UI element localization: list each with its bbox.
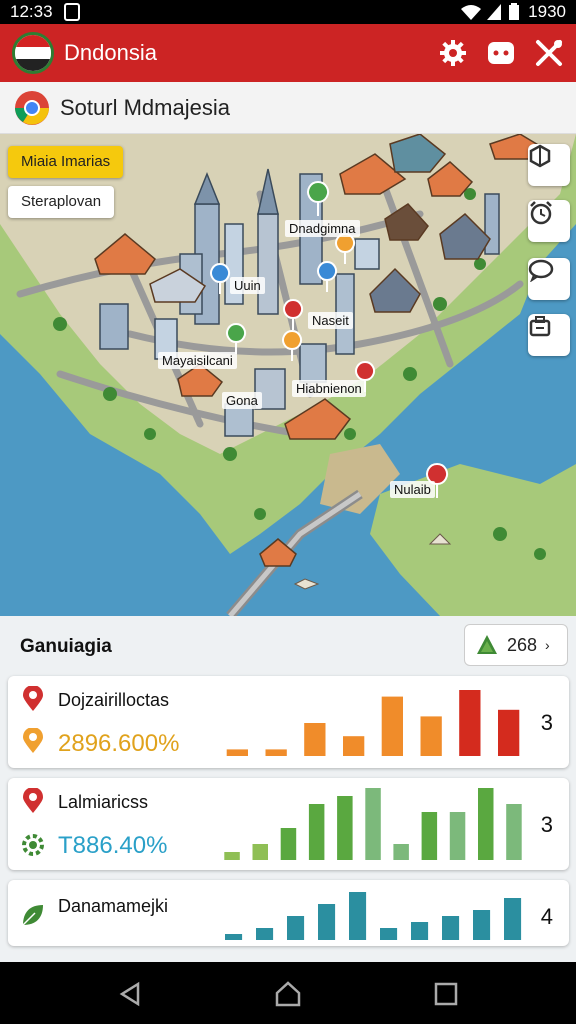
map-label[interactable]: Mayaisilcani (158, 352, 237, 369)
map-label[interactable]: Hiabnienon (292, 380, 366, 397)
home-icon[interactable] (274, 980, 302, 1008)
chart-bar (287, 916, 305, 940)
search-text: Soturl Mdmajesia (60, 95, 230, 120)
wifi-icon (461, 5, 481, 20)
chart-bar (393, 844, 409, 860)
location-pin-icon (23, 788, 43, 813)
chevron-right-icon: › (545, 637, 550, 653)
panel-title: Ganuiagia (20, 636, 112, 657)
card-percentage: T886.40% (58, 832, 168, 859)
map-label[interactable]: Uuin (230, 277, 265, 294)
filter-chip-secondary[interactable]: Steraplovan (8, 186, 115, 218)
stat-card[interactable]: Lalmiaricss T886.40% 3 (8, 778, 569, 870)
location-pin-icon (23, 728, 43, 753)
chat-bubble-icon (528, 259, 554, 282)
bar-chart (226, 690, 520, 756)
map-label[interactable]: Nulaib (390, 481, 435, 498)
chart-bar (459, 690, 481, 756)
chart-bar (337, 796, 353, 860)
app-title: Dndonsia (64, 40, 157, 65)
chart-bar (318, 904, 336, 940)
recents-icon[interactable] (432, 980, 460, 1008)
city-map[interactable]: Miaia Imarias Steraplovan Dnadgimna Uuin… (0, 134, 576, 616)
chart-bar (365, 788, 381, 860)
bar-chart (225, 892, 522, 940)
chart-bar (504, 898, 522, 940)
chart-bar (349, 892, 367, 940)
card-number: 3 (540, 812, 553, 837)
chart-bar (252, 844, 268, 860)
chat-button[interactable] (528, 258, 570, 300)
stats-panel: Ganuiagia 268 › Dojzairilloctas 2896.600… (0, 616, 576, 962)
count-button[interactable]: 268 › (464, 624, 568, 666)
card-name: Lalmiaricss (58, 792, 149, 812)
briefcase-button[interactable] (528, 314, 570, 356)
chart-bar (225, 934, 243, 940)
count-value: 268 (507, 634, 538, 655)
location-pin-icon (23, 686, 43, 711)
nav-bar (0, 962, 576, 1024)
bar-chart (224, 788, 522, 860)
chart-bar (381, 696, 403, 756)
game-controller-icon[interactable] (486, 38, 516, 68)
card-name: Danamamejki (58, 896, 169, 916)
leaf-icon (22, 905, 43, 926)
hexagon-icon (529, 144, 551, 168)
sim-card-icon (64, 3, 80, 21)
gear-icon (22, 834, 44, 856)
signal-icon (487, 4, 501, 20)
back-icon[interactable] (116, 980, 144, 1008)
browser-icon (15, 91, 49, 125)
app-bar: Dndonsia (0, 24, 576, 82)
status-battery-text: 1930 (528, 2, 566, 21)
filter-chip-primary[interactable]: Miaia Imarias (8, 146, 124, 178)
status-time: 12:33 (10, 2, 53, 21)
chart-bar (304, 723, 326, 756)
chart-bar (421, 812, 438, 860)
chart-bar (226, 749, 248, 756)
alarm-button[interactable] (528, 200, 570, 242)
card-number: 3 (540, 710, 553, 735)
tools-icon[interactable] (534, 38, 564, 68)
stat-card[interactable]: Dojzairilloctas 2896.600% 3 (8, 676, 569, 768)
chart-bar (343, 736, 365, 756)
stat-card[interactable]: Danamamejki 4 (8, 880, 569, 946)
map-label[interactable]: Gona (222, 392, 262, 409)
chart-bar (506, 804, 522, 860)
chart-bar (280, 828, 297, 860)
search-bar[interactable]: Soturl Mdmajesia (0, 82, 576, 134)
map-label[interactable]: Naseit (308, 312, 353, 329)
briefcase-icon (529, 316, 551, 337)
chart-bar (498, 709, 520, 756)
chart-bar (473, 910, 491, 940)
card-name: Dojzairilloctas (58, 690, 170, 710)
chart-bar (380, 928, 398, 940)
tree-icon (477, 635, 497, 654)
chart-bar (420, 716, 442, 756)
map-label[interactable]: Dnadgimna (285, 220, 360, 237)
chart-bar (256, 928, 274, 940)
status-bar: 12:33 1930 (0, 0, 576, 24)
chart-bar (449, 812, 466, 860)
chart-bar (308, 804, 325, 860)
flag-logo-icon[interactable] (12, 32, 54, 74)
gear-icon[interactable] (438, 38, 468, 68)
chart-bar (442, 916, 460, 940)
card-percentage: 2896.600% (58, 730, 180, 757)
chart-bar (411, 922, 429, 940)
chart-bar (478, 788, 494, 860)
hexagon-button[interactable] (528, 144, 570, 186)
chart-bar (265, 749, 287, 756)
chart-bar (224, 852, 240, 860)
battery-icon (509, 3, 519, 20)
card-number: 4 (540, 904, 553, 929)
alarm-clock-icon (530, 201, 552, 225)
